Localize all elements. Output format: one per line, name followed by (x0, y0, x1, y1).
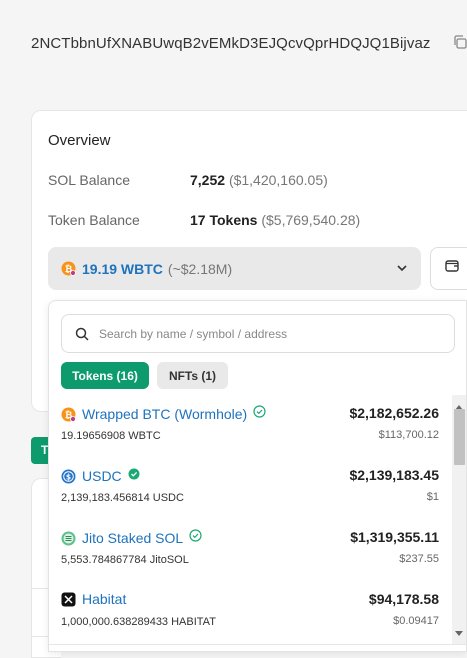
jitosol-icon (61, 531, 76, 546)
wallet-icon (444, 258, 460, 279)
chevron-down-icon (395, 261, 409, 280)
token-quantity: 5,553.784867784 JitoSOL (61, 554, 189, 566)
list-scrollbar[interactable] (452, 395, 466, 645)
tab-tokens[interactable]: Tokens (16) (61, 362, 149, 389)
token-quantity: 2,139,183.456814 USDC (61, 492, 184, 504)
sol-balance-amount: 7,252 (190, 172, 226, 188)
scroll-thumb[interactable] (454, 409, 465, 465)
token-quantity: 19.19656908 WBTC (61, 430, 161, 442)
token-search[interactable] (61, 314, 455, 353)
token-list: ₿ Wrapped BTC (Wormhole) 19.19656908 WBT… (49, 395, 451, 645)
address-row: 2NCTbbnUfXNABUwqB2vEMkD3EJQcvQprHDQJQ1Bi… (31, 32, 467, 54)
token-name[interactable]: Jito Staked SOL (82, 530, 183, 546)
sol-balance-value: 7,252 ($1,420,160.05) (190, 172, 328, 188)
token-dropdown: Tokens (16) NFTs (1) ₿ Wrapped BTC (Worm… (48, 300, 467, 652)
token-balance-label: Token Balance (48, 212, 140, 228)
token-price: $113,700.12 (378, 429, 439, 441)
divider (49, 644, 466, 645)
wbtc-icon: ₿ (61, 261, 76, 276)
habitat-icon (61, 592, 76, 607)
token-name[interactable]: USDC (82, 468, 122, 484)
sol-balance-label: SOL Balance (48, 172, 130, 188)
token-usd-value: $2,182,652.26 (349, 405, 439, 421)
token-price: $1 (426, 491, 439, 503)
wallet-button[interactable] (430, 247, 467, 290)
overview-title: Overview (48, 132, 111, 149)
verified-outline-icon (189, 529, 202, 547)
selected-token-amount: 19.19 WBTC (82, 260, 163, 277)
usdc-icon: $ (61, 469, 76, 484)
token-name-line: Jito Staked SOL (61, 529, 202, 547)
token-selector[interactable]: ₿ 19.19 WBTC (~$2.18M) (48, 247, 421, 290)
copy-icon[interactable] (452, 34, 467, 50)
verified-filled-icon (128, 467, 140, 485)
verified-outline-icon (253, 405, 266, 423)
token-item-wbtc[interactable]: ₿ Wrapped BTC (Wormhole) 19.19656908 WBT… (49, 395, 451, 457)
selected-token-value: (~$2.18M) (167, 260, 233, 277)
token-price: $237.55 (399, 553, 439, 565)
wallet-address: 2NCTbbnUfXNABUwqB2vEMkD3EJQcvQprHDQJQ1Bi… (31, 34, 431, 52)
token-name-line: $ USDC (61, 467, 140, 485)
tab-nfts[interactable]: NFTs (1) (157, 362, 228, 389)
token-usd-value: $94,178.58 (368, 591, 439, 607)
search-input[interactable] (97, 325, 441, 342)
scroll-down-icon[interactable] (455, 624, 463, 642)
token-item-usdc[interactable]: $ USDC 2,139,183.456814 USDC $2,139,183.… (49, 457, 451, 519)
token-name-line: ₿ Wrapped BTC (Wormhole) (61, 405, 266, 423)
token-balance-count: 17 Tokens (190, 212, 258, 228)
token-balance-value: 17 Tokens ($5,769,540.28) (190, 212, 360, 228)
sol-balance-usd: ($1,420,160.05) (228, 172, 328, 188)
svg-text:$: $ (66, 472, 71, 481)
token-usd-value: $2,139,183.45 (349, 467, 439, 483)
search-icon (75, 327, 89, 341)
token-balance-usd: ($5,769,540.28) (261, 212, 361, 228)
token-name[interactable]: Habitat (82, 591, 126, 607)
token-price: $0.09417 (393, 615, 439, 627)
token-item-habitat[interactable]: Habitat 1,000,000.638289433 HABITAT $94,… (49, 581, 451, 643)
token-item-jitosol[interactable]: Jito Staked SOL 5,553.784867784 JitoSOL … (49, 519, 451, 581)
token-usd-value: $1,319,355.11 (350, 529, 439, 545)
wbtc-icon: ₿ (61, 407, 76, 422)
token-quantity: 1,000,000.638289433 HABITAT (61, 616, 216, 628)
token-name[interactable]: Wrapped BTC (Wormhole) (82, 406, 247, 422)
token-name-line: Habitat (61, 591, 126, 607)
